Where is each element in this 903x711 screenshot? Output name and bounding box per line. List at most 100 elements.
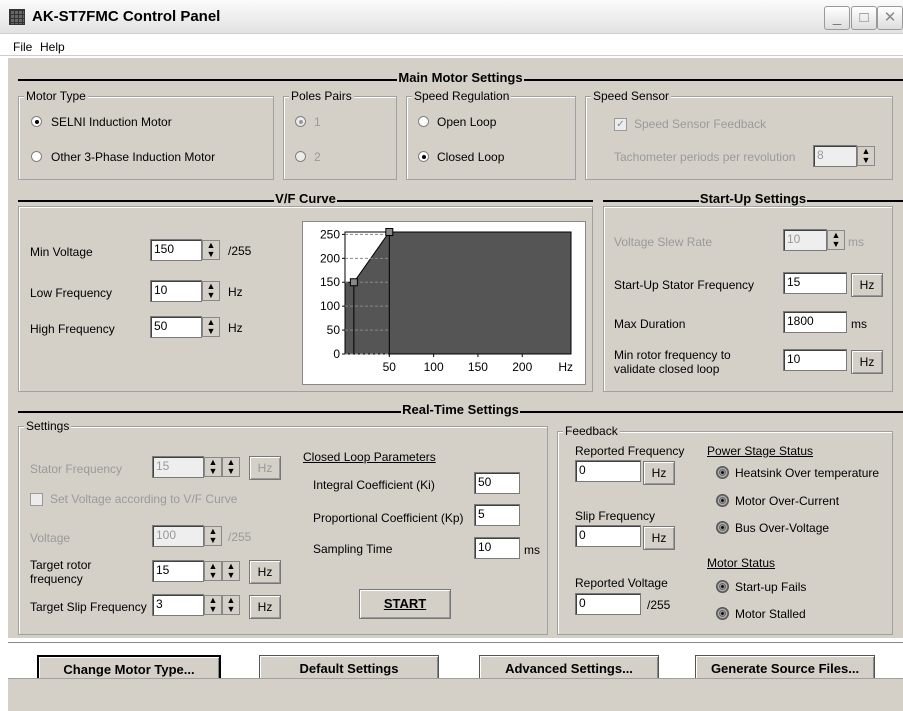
target-rotor-label-2: frequency (30, 572, 83, 586)
target-rotor-label-1: Target rotor (30, 558, 92, 572)
kp-label: Proportional Coefficient (Kp) (313, 511, 464, 525)
radio-poles-2[interactable] (295, 151, 306, 162)
sampling-time-input[interactable]: 10 (474, 537, 520, 559)
vf-chart-frame: 0 50 100 150 200 250 50 100 150 200 Hz (302, 221, 586, 385)
close-button[interactable]: ✕ (877, 6, 903, 30)
voltage-spinner[interactable]: ▲ ▼ (204, 526, 222, 546)
x-tick-label: 50 (383, 360, 397, 374)
startup-stator-label: Start-Up Stator Frequency (614, 278, 755, 292)
bottom-divider (8, 642, 903, 644)
stator-frequency-input[interactable]: 15 (152, 456, 204, 478)
reported-voltage-input[interactable]: 0 (575, 593, 641, 615)
radio-closed-loop[interactable] (418, 151, 429, 162)
target-rotor-input[interactable]: 15 (152, 560, 204, 582)
menu-help[interactable]: Help (40, 40, 65, 54)
y-tick-label: 200 (320, 251, 340, 265)
menu-file[interactable]: File (13, 40, 32, 54)
motor-stalled-label: Motor Stalled (735, 607, 806, 621)
realtime-header: Real-Time Settings (18, 402, 903, 422)
stator-frequency-label: Stator Frequency (30, 462, 123, 476)
startup-stator-hz-button[interactable]: Hz (851, 273, 883, 297)
overvoltage-label: Bus Over-Voltage (735, 521, 830, 535)
high-frequency-input[interactable]: 50 (150, 316, 202, 338)
y-tick-label: 150 (320, 275, 340, 289)
radio-selni[interactable] (31, 116, 42, 127)
radio-closed-loop-label[interactable]: Closed Loop (437, 150, 504, 164)
min-rotor-input[interactable]: 10 (783, 349, 847, 371)
app-icon (9, 9, 25, 25)
low-frequency-label: Low Frequency (30, 286, 113, 300)
feedback-title: Feedback (563, 424, 620, 438)
target-slip-input[interactable]: 3 (152, 594, 204, 616)
set-voltage-label: Set Voltage according to V/F Curve (50, 492, 238, 506)
slip-frequency-input[interactable]: 0 (575, 525, 641, 547)
reported-voltage-unit: /255 (647, 598, 671, 612)
min-voltage-unit: /255 (228, 244, 252, 258)
target-rotor-spinner-1[interactable]: ▲ ▼ (204, 561, 222, 581)
poles-title: Poles Pairs (289, 89, 354, 103)
slip-frequency-hz-button[interactable]: Hz (643, 526, 675, 550)
closed-loop-title: Closed Loop Parameters (303, 450, 436, 464)
y-tick-label: 100 (320, 299, 340, 313)
max-duration-label: Max Duration (614, 317, 686, 331)
high-frequency-unit: Hz (228, 321, 243, 335)
max-duration-input[interactable]: 1800 (783, 311, 847, 333)
radio-poles-1[interactable] (295, 116, 306, 127)
slew-rate-input[interactable]: 10 (783, 229, 827, 251)
radio-other-motor-label[interactable]: Other 3-Phase Induction Motor (51, 150, 215, 164)
slew-rate-label: Voltage Slew Rate (614, 235, 713, 249)
overcurrent-led-icon (716, 494, 729, 507)
x-tick-label: 150 (468, 360, 488, 374)
voltage-input[interactable]: 100 (152, 525, 204, 547)
radio-open-loop-label[interactable]: Open Loop (437, 115, 496, 129)
y-tick-label: 250 (320, 227, 340, 241)
stator-frequency-spinner-1[interactable]: ▲ ▼ (204, 457, 222, 477)
min-voltage-input[interactable]: 150 (150, 239, 202, 261)
sensor-feedback-checkbox[interactable]: ✓ (614, 118, 627, 131)
power-stage-title: Power Stage Status (707, 444, 814, 458)
target-slip-hz-button[interactable]: Hz (249, 595, 281, 619)
reported-frequency-hz-button[interactable]: Hz (643, 461, 675, 485)
reported-frequency-label: Reported Frequency (575, 444, 685, 458)
menu-bar (0, 34, 903, 56)
min-rotor-hz-button[interactable]: Hz (851, 350, 883, 374)
radio-open-loop[interactable] (418, 116, 429, 127)
target-rotor-hz-button[interactable]: Hz (249, 560, 281, 584)
target-slip-spinner-1[interactable]: ▲ ▼ (204, 595, 222, 615)
slew-rate-spinner[interactable]: ▲ ▼ (827, 230, 845, 250)
min-voltage-spinner[interactable]: ▲ ▼ (202, 240, 220, 260)
kp-input[interactable]: 5 (474, 504, 520, 526)
low-frequency-spinner[interactable]: ▲ ▼ (202, 281, 220, 301)
set-voltage-checkbox[interactable] (30, 493, 43, 506)
minimize-button[interactable]: _ (824, 6, 850, 30)
motor-status-title: Motor Status (707, 556, 776, 570)
speed-sensor-title: Speed Sensor (591, 89, 672, 103)
speed-regulation-group: Speed Regulation (406, 89, 576, 180)
radio-selni-label[interactable]: SELNI Induction Motor (51, 115, 172, 129)
maximize-button[interactable]: □ (851, 6, 877, 30)
rt-settings-title: Settings (24, 419, 72, 433)
reported-frequency-input[interactable]: 0 (575, 460, 641, 482)
low-frequency-unit: Hz (228, 285, 243, 299)
startup-stator-input[interactable]: 15 (783, 272, 847, 294)
radio-other-motor[interactable] (31, 151, 42, 162)
stator-frequency-spinner-2[interactable]: ▲ ▼ (222, 457, 240, 477)
stator-frequency-hz-button[interactable]: Hz (249, 456, 281, 480)
vf-point-marker (385, 228, 394, 236)
status-bar (8, 678, 903, 711)
start-button[interactable]: START (359, 589, 451, 619)
radio-poles-2-label: 2 (314, 150, 321, 164)
y-tick-label: 50 (327, 323, 341, 337)
min-rotor-label-1: Min rotor frequency to (614, 348, 731, 362)
low-frequency-input[interactable]: 10 (150, 280, 202, 302)
high-frequency-label: High Frequency (30, 322, 115, 336)
target-slip-spinner-2[interactable]: ▲ ▼ (222, 595, 240, 615)
ki-input[interactable]: 50 (474, 472, 520, 494)
target-rotor-spinner-2[interactable]: ▲ ▼ (222, 561, 240, 581)
radio-poles-1-label: 1 (314, 115, 321, 129)
tacho-input[interactable]: 8 (813, 145, 857, 167)
tacho-spinner[interactable]: ▲ ▼ (857, 146, 875, 166)
slip-frequency-label: Slip Frequency (575, 509, 656, 523)
x-tick-label: 200 (512, 360, 532, 374)
high-frequency-spinner[interactable]: ▲ ▼ (202, 317, 220, 337)
